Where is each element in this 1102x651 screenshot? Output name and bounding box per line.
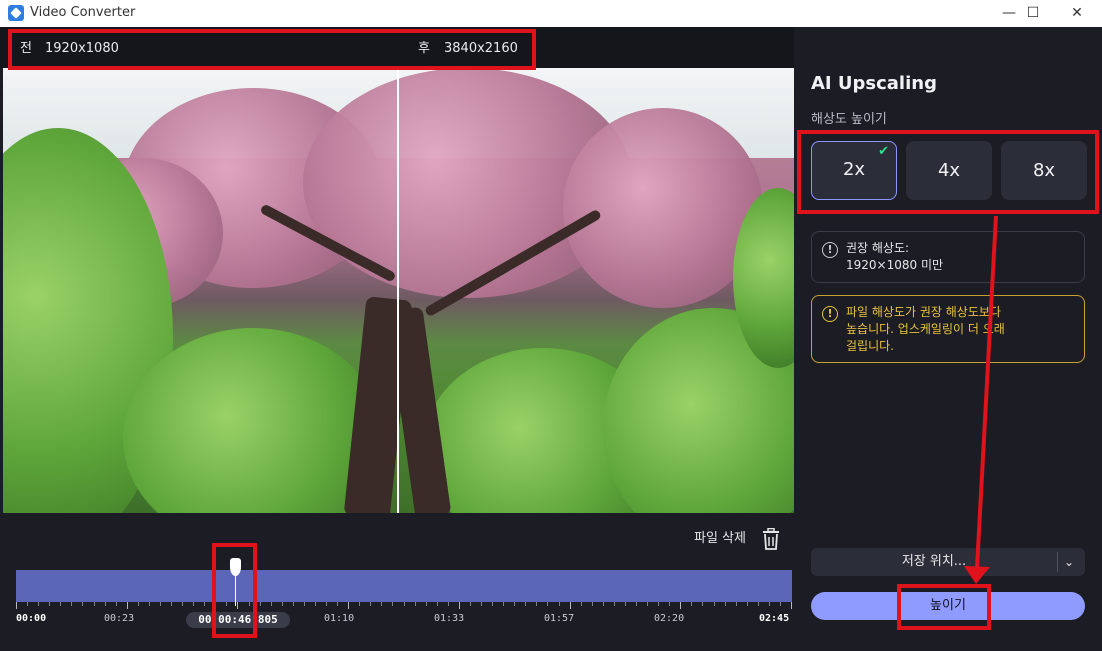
annotation-arrow <box>964 215 998 584</box>
